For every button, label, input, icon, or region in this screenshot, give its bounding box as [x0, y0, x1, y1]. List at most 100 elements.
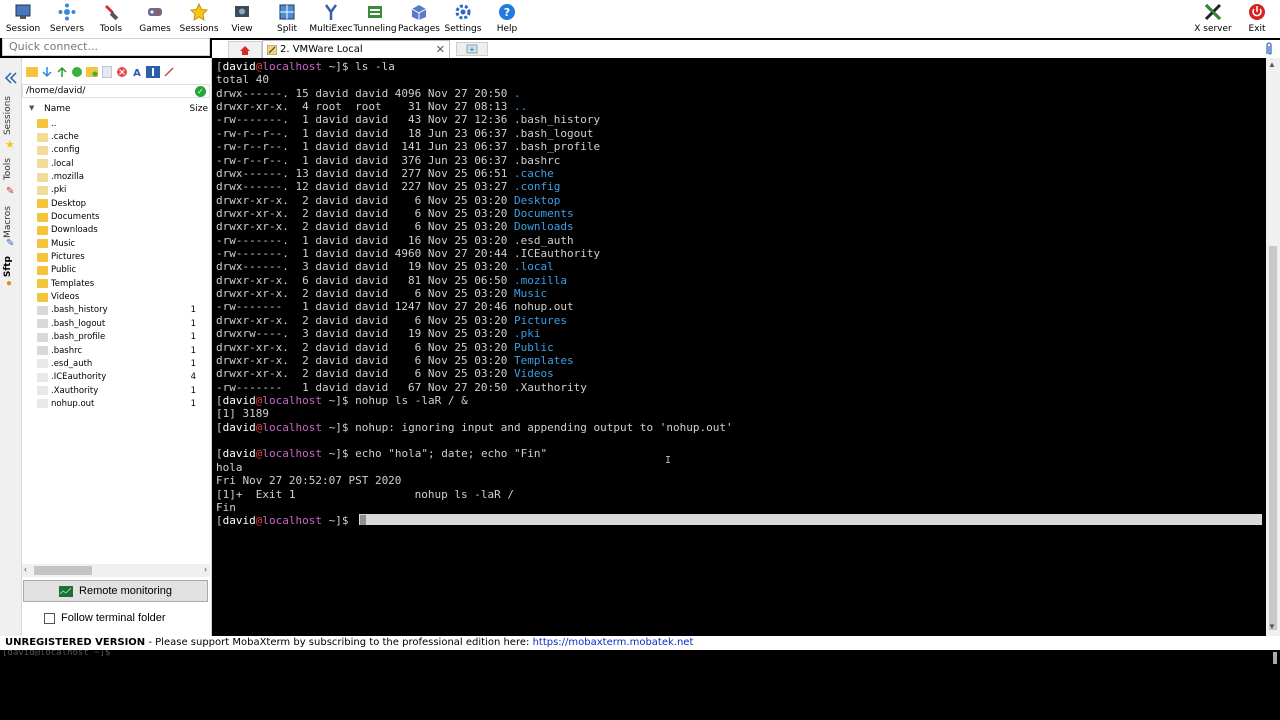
servers-button[interactable]: Servers — [47, 1, 87, 37]
new-tab-button[interactable]: + — [456, 42, 488, 56]
terminal-line: drwx------. 3 david david 19 Nov 25 03:2… — [216, 260, 1266, 273]
main-toolbar: Session Servers Tools Games Sessions Vie… — [0, 0, 1280, 38]
file-list-item[interactable]: Public — [22, 264, 210, 277]
path-ok-icon[interactable]: ✓ — [195, 86, 206, 97]
tab-sftp[interactable]: Sftp — [3, 256, 13, 277]
scroll-down-icon[interactable]: ▼ — [1268, 622, 1276, 631]
collapse-panel-icon[interactable] — [4, 72, 18, 84]
file-name: nohup.out — [514, 300, 574, 314]
terminal-line: drwxr-xr-x. 2 david david 6 Nov 25 03:20… — [216, 220, 1266, 233]
upload-icon[interactable] — [56, 66, 68, 78]
terminal-text: drwxr-xr-x. 2 david david 6 Nov 25 03:20 — [216, 353, 515, 367]
new-folder-icon[interactable] — [86, 66, 98, 78]
file-list-item[interactable]: Videos — [22, 290, 210, 303]
follow-terminal-checkbox[interactable]: Follow terminal folder — [44, 611, 166, 625]
file-list-item[interactable]: .Xauthority 1 — [22, 384, 210, 397]
terminal-text: drwxr-xr-x. 2 david david 6 Nov 25 03:20 — [216, 340, 515, 354]
tab-sessions[interactable]: Sessions — [3, 96, 13, 135]
attach-icon[interactable] — [1264, 42, 1274, 59]
tools-button[interactable]: Tools — [96, 1, 126, 37]
file-list-item[interactable]: Music — [22, 237, 210, 250]
multiexec-button[interactable]: MultiExec — [309, 1, 353, 37]
file-list-item[interactable]: .ICEauthority 4 — [22, 371, 210, 384]
delete-icon[interactable] — [116, 66, 128, 78]
terminal-text: [1]+ Exit 1 nohup ls -laR / — [216, 487, 515, 501]
folder-icon — [37, 279, 48, 289]
terminal-line: -rw-r--r--. 1 david david 141 Jun 23 06:… — [216, 140, 1266, 153]
tab-tools[interactable]: Tools — [3, 158, 13, 180]
bottom-scrollbar[interactable] — [1273, 652, 1277, 664]
file-list-item[interactable]: .bashrc 1 — [22, 344, 210, 357]
sftp-path-field[interactable]: /home/david/ ✓ — [22, 84, 210, 98]
file-size: 4 — [190, 372, 196, 383]
terminal-line: Fri Nov 27 20:52:07 PST 2020 — [216, 474, 1266, 487]
file-list-item[interactable]: .cache — [22, 130, 210, 143]
terminal-vertical-scrollbar[interactable]: ▲ ▼ — [1266, 58, 1280, 636]
terminal-text: drwx------. 3 david david 19 Nov 25 03:2… — [216, 260, 515, 274]
tunneling-button[interactable]: Tunneling — [353, 1, 397, 37]
new-file-icon[interactable] — [101, 66, 113, 78]
home-tab[interactable] — [228, 41, 262, 58]
file-list-item[interactable]: .config — [22, 144, 210, 157]
file-icon — [37, 319, 48, 329]
tab-vmware-local[interactable]: 2. VMWare Local ✕ — [262, 40, 450, 58]
file-list-item[interactable]: .local — [22, 157, 210, 170]
terminal-view[interactable]: [david@localhost ~]$ ls -la total 40 drwx-… — [214, 58, 1266, 636]
quick-connect-input[interactable]: Quick connect... — [2, 38, 210, 56]
view-button[interactable]: View — [229, 1, 255, 37]
tab-macros[interactable]: Macros — [3, 206, 13, 238]
scroll-left-icon[interactable]: ‹ — [24, 564, 27, 574]
column-name-header[interactable]: Name — [44, 104, 71, 114]
file-list-item[interactable]: .bash_profile 1 — [22, 331, 210, 344]
settings-wand-icon[interactable] — [163, 66, 175, 78]
file-name: Downloads — [51, 225, 98, 236]
file-list-item[interactable]: Desktop — [22, 197, 210, 210]
terminal-line: drwxr-xr-x. 6 david david 81 Nov 25 06:5… — [216, 274, 1266, 287]
text-view-icon[interactable] — [146, 66, 160, 78]
file-list-item[interactable]: Documents — [22, 210, 210, 223]
packages-button[interactable]: Packages — [398, 1, 440, 37]
parent-folder-icon[interactable] — [26, 66, 38, 78]
mobatek-link[interactable]: https://mobaxterm.mobatek.net — [533, 637, 694, 648]
session-button[interactable]: Session — [4, 1, 42, 37]
file-list-item[interactable]: .esd_auth 1 — [22, 357, 210, 370]
help-button[interactable]: ? Help — [494, 1, 520, 37]
file-list-item[interactable]: Downloads — [22, 224, 210, 237]
checkbox[interactable] — [44, 612, 55, 624]
file-list-item[interactable]: .bash_history 1 — [22, 304, 210, 317]
rename-icon[interactable]: A — [131, 66, 143, 78]
xserver-button[interactable]: X server — [1194, 1, 1232, 37]
games-button[interactable]: Games — [138, 1, 172, 37]
file-list-item[interactable]: .bash_logout 1 — [22, 317, 210, 330]
settings-button[interactable]: Settings — [444, 1, 482, 37]
refresh-icon[interactable] — [71, 66, 83, 78]
file-list-item[interactable]: .pki — [22, 184, 210, 197]
prompt-host: localhost — [262, 447, 322, 461]
split-button[interactable]: Split — [274, 1, 300, 37]
file-list-item[interactable]: .. — [22, 117, 210, 130]
scroll-up-icon[interactable]: ▲ — [1268, 60, 1276, 69]
file-icon — [37, 332, 48, 342]
sessions-button[interactable]: Sessions — [179, 1, 219, 37]
file-list-item[interactable]: Templates — [22, 277, 210, 290]
close-tab-icon[interactable]: ✕ — [436, 43, 445, 56]
column-size-header[interactable]: Size — [190, 104, 208, 114]
scroll-thumb[interactable] — [34, 566, 92, 575]
scroll-right-icon[interactable]: › — [204, 564, 207, 574]
file-list-item[interactable]: nohup.out 1 — [22, 397, 210, 410]
exit-button[interactable]: Exit — [1244, 1, 1270, 37]
prompt-user: david — [222, 447, 256, 461]
file-list-item[interactable]: Pictures — [22, 250, 210, 263]
horizontal-scrollbar[interactable]: ‹ › — [22, 564, 210, 577]
scroll-thumb[interactable] — [1269, 246, 1277, 630]
file-name: .bash_logout — [514, 126, 594, 140]
file-icon — [37, 399, 48, 409]
terminal-line: total 40 — [216, 73, 1266, 86]
file-list-header: ▼ Name Size — [22, 103, 210, 116]
terminal-line: drwxr-xr-x. 2 david david 6 Nov 25 03:20… — [216, 314, 1266, 327]
file-name: Music — [51, 238, 76, 249]
file-list-item[interactable]: .mozilla — [22, 170, 210, 183]
download-icon[interactable] — [41, 66, 53, 78]
remote-monitoring-button[interactable]: Remote monitoring — [23, 580, 208, 602]
